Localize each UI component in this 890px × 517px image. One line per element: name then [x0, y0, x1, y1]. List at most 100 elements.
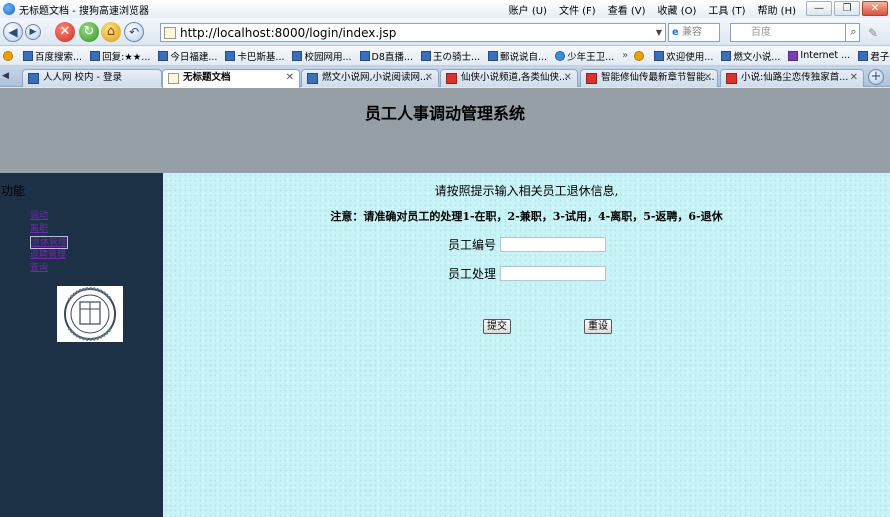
favorite-label: Internet ... [800, 50, 851, 61]
favorite-label: 王の骑士... [432, 51, 481, 63]
page-icon [168, 73, 179, 84]
back-button[interactable]: ◀ [3, 22, 23, 42]
address-bar[interactable]: http://localhost:8000/login/index.jsp ▼ [160, 23, 666, 42]
tab-zhineng[interactable]: 智能修仙传最新章节智能... ✕ [580, 69, 718, 87]
favorite-label: 百度搜索... [35, 51, 83, 63]
sidebar-item-rehire[interactable]: 返聘管理 [30, 249, 68, 262]
favorite-label: 郵说说自... [500, 51, 548, 63]
favorite-label: 少年王卫... [567, 51, 615, 63]
sidebar-item-query[interactable]: 查询 [30, 262, 68, 275]
employee-handling-row: 员工处理 [448, 265, 606, 282]
pen-icon[interactable]: ✎ [868, 26, 878, 40]
page-icon [28, 73, 39, 84]
page-icon [420, 50, 431, 61]
close-tab-icon[interactable]: ✕ [425, 70, 433, 86]
favorite-label: 卡巴斯基... [237, 51, 285, 63]
favorite-item[interactable]: 少年王卫... [555, 49, 614, 63]
favorite-item[interactable]: 王の骑士... [420, 49, 481, 63]
page-icon [359, 50, 370, 61]
close-tab-icon[interactable]: ✕ [704, 70, 712, 86]
restore-button[interactable]: ❐ [834, 1, 860, 16]
tab-label: 人人网 校内 - 登录 [43, 72, 122, 83]
page-icon [726, 73, 737, 84]
ie-icon: e [672, 27, 679, 38]
favorite-label: D8直播... [371, 51, 413, 63]
favorite-item[interactable]: 卡巴斯基... [225, 49, 284, 63]
page-content: 员工人事调动管理系统 功能 调动 离职 退休管理 返聘管理 查询 请按照提示输入… [0, 88, 890, 517]
menu-favorites[interactable]: 收藏 (O) [658, 2, 697, 17]
favorite-item[interactable]: 校园网用... [292, 49, 352, 63]
menu-file[interactable]: 文件 (F) [559, 2, 596, 17]
stop-icon[interactable]: ✕ [55, 22, 75, 42]
employee-handling-input[interactable] [500, 266, 606, 281]
favorite-label: 回复:★★... [102, 51, 151, 63]
menu-help[interactable]: 帮助 (H) [757, 2, 796, 17]
forward-button[interactable]: ▶ [25, 24, 41, 40]
play-icon [555, 50, 566, 61]
favorite-item[interactable]: 今日福建... [158, 49, 217, 63]
tab-label: 仙侠小说频道,各类仙侠... [461, 72, 569, 83]
menu-view[interactable]: 查看 (V) [608, 2, 646, 17]
favorite-label: 燃文小说... [733, 51, 781, 63]
employee-id-label: 员工编号 [448, 238, 497, 252]
menu-tools[interactable]: 工具 (T) [708, 2, 745, 17]
favorite-item[interactable]: 回复:★★... [90, 49, 150, 63]
tab-ranwen[interactable]: 燃文小说网,小说阅读网... ✕ [301, 69, 439, 87]
favorite-item[interactable]: D8直播... [359, 49, 413, 63]
sidebar: 功能 调动 离职 退休管理 返聘管理 查询 [0, 173, 163, 517]
tab-untitled-document[interactable]: 无标题文档 ✕ [162, 69, 300, 88]
refresh-icon[interactable]: ↻ [79, 22, 99, 42]
tab-renren[interactable]: 人人网 校内 - 登录 [22, 69, 162, 87]
chevron-down-icon[interactable]: ▼ [656, 28, 662, 37]
close-tab-icon[interactable]: ✕ [564, 70, 572, 86]
tab-label: 智能修仙传最新章节智能... [601, 72, 715, 83]
page-icon [488, 50, 499, 61]
employee-handling-label: 员工处理 [448, 267, 497, 281]
favorites-bar: 百度搜索... 回复:★★... 今日福建... 卡巴斯基... 校园网用...… [0, 46, 890, 66]
minimize-button[interactable]: — [806, 1, 832, 16]
page-icon [164, 26, 176, 39]
clock-icon[interactable] [634, 50, 646, 61]
compatibility-mode-button[interactable]: e 兼容 [668, 23, 720, 42]
menu-bar: 账户 (U) 文件 (F) 查看 (V) 收藏 (O) 工具 (T) 帮助 (H… [509, 2, 796, 17]
close-window-button[interactable]: ✕ [862, 1, 888, 16]
window-title: 无标题文档 - 搜狗高速浏览器 [19, 5, 149, 17]
menu-account[interactable]: 账户 (U) [509, 2, 547, 17]
page-icon [788, 50, 799, 61]
page-icon [23, 50, 33, 61]
more-favorites-icon[interactable]: » [622, 50, 628, 61]
search-input[interactable]: 百度 [730, 23, 860, 42]
close-tab-icon[interactable]: ✕ [850, 70, 858, 86]
employee-id-input[interactable] [500, 237, 606, 252]
search-icon[interactable]: ⌕ [845, 23, 861, 42]
compat-label: 兼容 [681, 27, 702, 38]
favorite-item[interactable]: 百度搜索... [23, 49, 82, 63]
sidebar-item-resign[interactable]: 离职 [30, 223, 68, 236]
sidebar-item-transfer[interactable]: 调动 [30, 210, 68, 223]
favorite-item[interactable]: 欢迎使用... [654, 49, 713, 63]
sidebar-item-retirement[interactable]: 退休管理 [30, 236, 68, 249]
tab-xianxia[interactable]: 仙侠小说频道,各类仙侠... ✕ [440, 69, 578, 87]
undo-close-tab-icon[interactable]: ↶ [124, 22, 144, 42]
submit-button[interactable]: 提交 [483, 319, 511, 334]
form-prompt: 请按照提示输入相关员工退休信息, [434, 184, 619, 198]
favorite-item[interactable]: Internet ... [788, 50, 850, 61]
page-header: 员工人事调动管理系统 [0, 88, 890, 173]
reset-button[interactable]: 重设 [584, 319, 612, 334]
favorite-item[interactable]: 君子堂 - ... [858, 49, 890, 63]
page-icon [225, 50, 236, 61]
main-panel: 请按照提示输入相关员工退休信息, 注意：请准确对员工的处理1-在职，2-兼职，3… [163, 173, 890, 517]
university-seal-logo [57, 286, 123, 342]
favorites-folder-icon[interactable] [3, 50, 15, 61]
tab-xianlu[interactable]: 小说:仙路尘恋传独家首... ✕ [720, 69, 864, 87]
favorite-item[interactable]: 郵说说自... [488, 49, 547, 63]
tab-label: 无标题文档 [183, 72, 231, 83]
close-tab-icon[interactable]: ✕ [286, 70, 294, 86]
window-title-bar: 无标题文档 - 搜狗高速浏览器 账户 (U) 文件 (F) 查看 (V) 收藏 … [0, 0, 890, 18]
tab-scroll-left-icon[interactable]: ◀ [2, 71, 9, 81]
home-icon[interactable]: ⌂ [101, 22, 121, 42]
navigation-toolbar: ◀ ▶ ✕ ↻ ⌂ ↶ http://localhost:8000/login/… [0, 18, 890, 46]
favorite-item[interactable]: 燃文小说... [721, 49, 780, 63]
tab-strip: ◀ 人人网 校内 - 登录 无标题文档 ✕ 燃文小说网,小说阅读网... ✕ 仙… [0, 66, 890, 88]
new-tab-button[interactable]: + [868, 69, 884, 85]
